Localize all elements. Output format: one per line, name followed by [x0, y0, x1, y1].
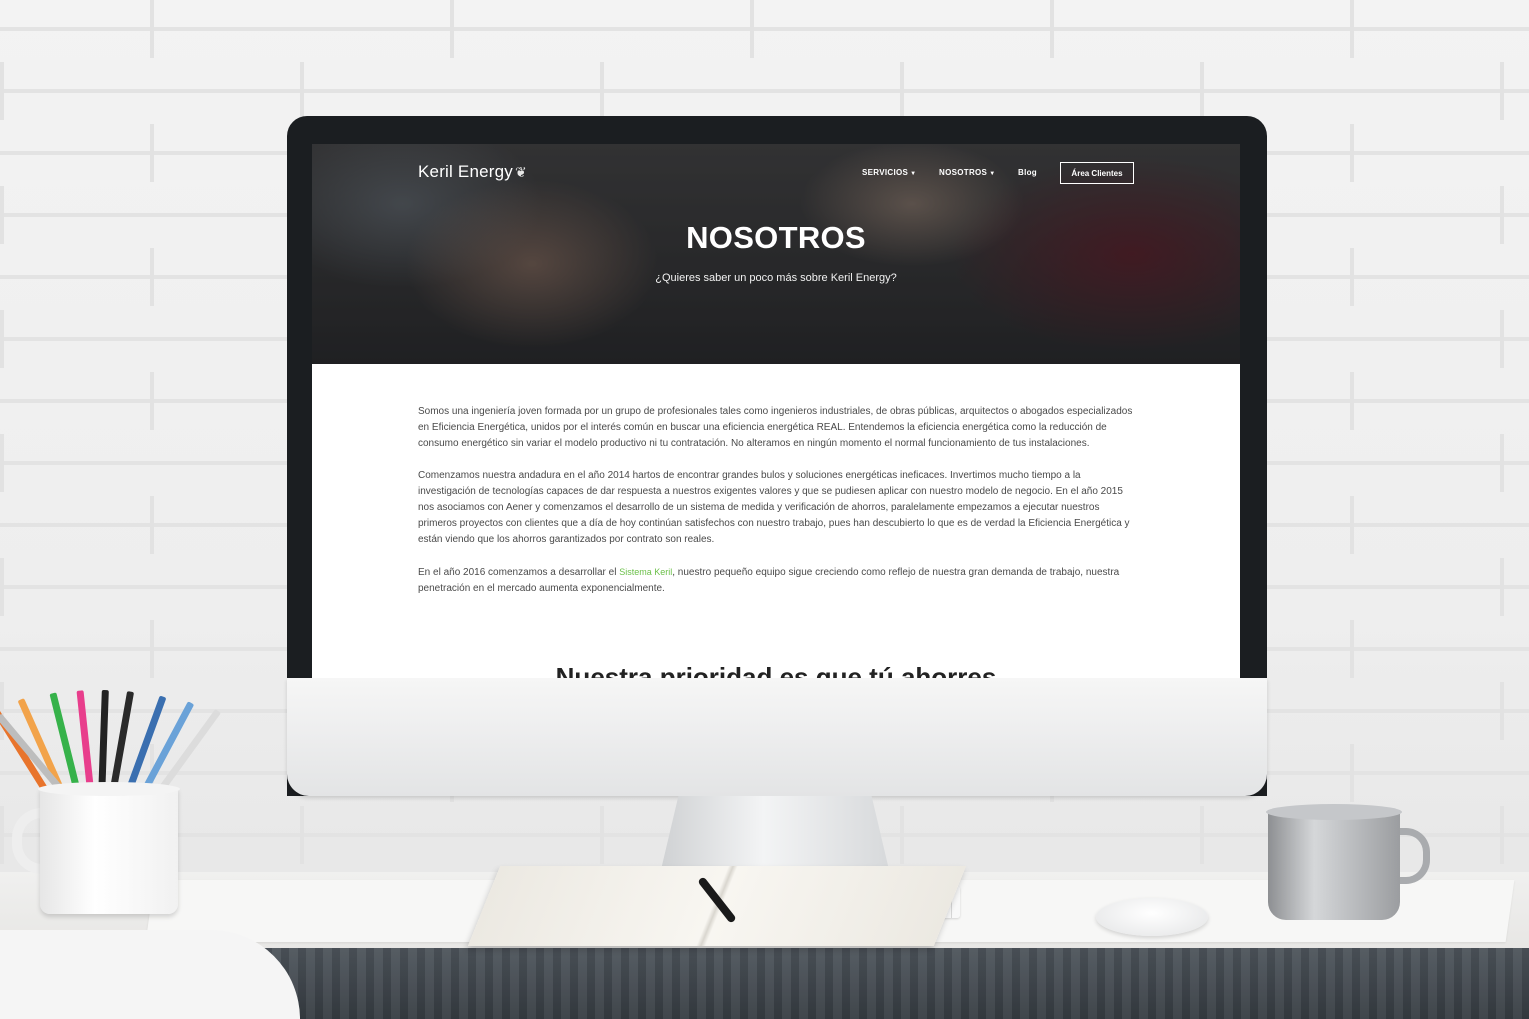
nav-servicios[interactable]: SERVICIOS ▼	[862, 168, 916, 177]
nav-blog[interactable]: Blog	[1018, 168, 1037, 177]
brick-row	[0, 0, 1529, 62]
brick-joint	[1350, 0, 1354, 58]
brick-joint	[1500, 558, 1504, 616]
brick-joint	[600, 62, 604, 120]
nav-nosotros[interactable]: NOSOTROS ▼	[939, 168, 995, 177]
brick-joint	[150, 248, 154, 306]
brick-joint	[1500, 682, 1504, 740]
brick-joint	[0, 558, 4, 616]
area-clientes-button[interactable]: Área Clientes	[1060, 162, 1134, 184]
brick-joint	[1200, 806, 1204, 864]
brick-joint	[1350, 248, 1354, 306]
brick-joint	[1350, 496, 1354, 554]
brick-joint	[1200, 62, 1204, 120]
brick-joint	[1500, 310, 1504, 368]
screen: Keril Energy ❦ SERVICIOS ▼ NOSOTROS ▼ Blog …	[312, 144, 1240, 678]
brick-joint	[150, 496, 154, 554]
sistema-keril-link[interactable]: Sistema Keril	[619, 567, 672, 577]
brick-joint	[150, 372, 154, 430]
monitor-stand	[660, 796, 890, 874]
brick-joint	[900, 62, 904, 120]
brick-joint	[150, 620, 154, 678]
brick-joint	[1350, 620, 1354, 678]
brick-joint	[0, 62, 4, 120]
brick-joint	[750, 0, 754, 58]
brick-joint	[1350, 372, 1354, 430]
caret-down-icon: ▼	[910, 171, 917, 177]
monitor-chin	[287, 678, 1267, 796]
paragraph-1: Somos una ingeniería joven formada por u…	[418, 406, 1133, 449]
brick-joint	[0, 310, 4, 368]
pencil-cup	[40, 788, 178, 914]
pencil-cup-rim	[38, 782, 180, 796]
brick-joint	[150, 124, 154, 182]
mouse	[1096, 898, 1208, 936]
page-subtitle: ¿Quieres saber un poco más sobre Keril E…	[655, 272, 897, 284]
main-nav: SERVICIOS ▼ NOSOTROS ▼ Blog Área Clientes	[312, 162, 1240, 186]
brick-joint	[1050, 0, 1054, 58]
brick-joint	[1500, 62, 1504, 120]
chair	[0, 930, 300, 1019]
brick-joint	[1500, 186, 1504, 244]
nav-servicios-label: SERVICIOS	[862, 168, 909, 177]
brick-joint	[600, 806, 604, 864]
paragraph-2: Comenzamos nuestra andadura en el año 20…	[418, 470, 1130, 545]
metal-mug-rim	[1266, 804, 1402, 820]
brick-joint	[300, 806, 304, 864]
brick-joint	[1500, 806, 1504, 864]
hero-banner: Keril Energy ❦ SERVICIOS ▼ NOSOTROS ▼ Blog …	[312, 144, 1240, 364]
brick-joint	[1350, 744, 1354, 802]
area-clientes-label: Área Clientes	[1071, 168, 1123, 178]
nav-nosotros-label: NOSOTROS	[939, 168, 988, 177]
brick-joint	[1350, 124, 1354, 182]
brick-joint	[0, 806, 4, 864]
section-heading: Nuestra prioridad es que tú ahorres	[555, 662, 997, 678]
metal-mug	[1268, 810, 1400, 920]
paragraph-3-start: En el año 2016 comenzamos a desarrollar …	[418, 567, 620, 578]
caret-down-icon: ▼	[989, 171, 996, 177]
brick-joint	[450, 0, 454, 58]
brick-joint	[1500, 434, 1504, 492]
brick-joint	[0, 186, 4, 244]
about-content: Somos una ingeniería joven formada por u…	[418, 404, 1134, 613]
nav-blog-label: Blog	[1018, 168, 1037, 177]
brick-joint	[0, 434, 4, 492]
paragraph-3: En el año 2016 comenzamos a desarrollar …	[418, 564, 1134, 597]
brick-joint	[150, 0, 154, 58]
brick-joint	[300, 62, 304, 120]
page-title: NOSOTROS	[686, 220, 866, 255]
brick-row	[0, 62, 1529, 124]
brick-joint	[900, 806, 904, 864]
